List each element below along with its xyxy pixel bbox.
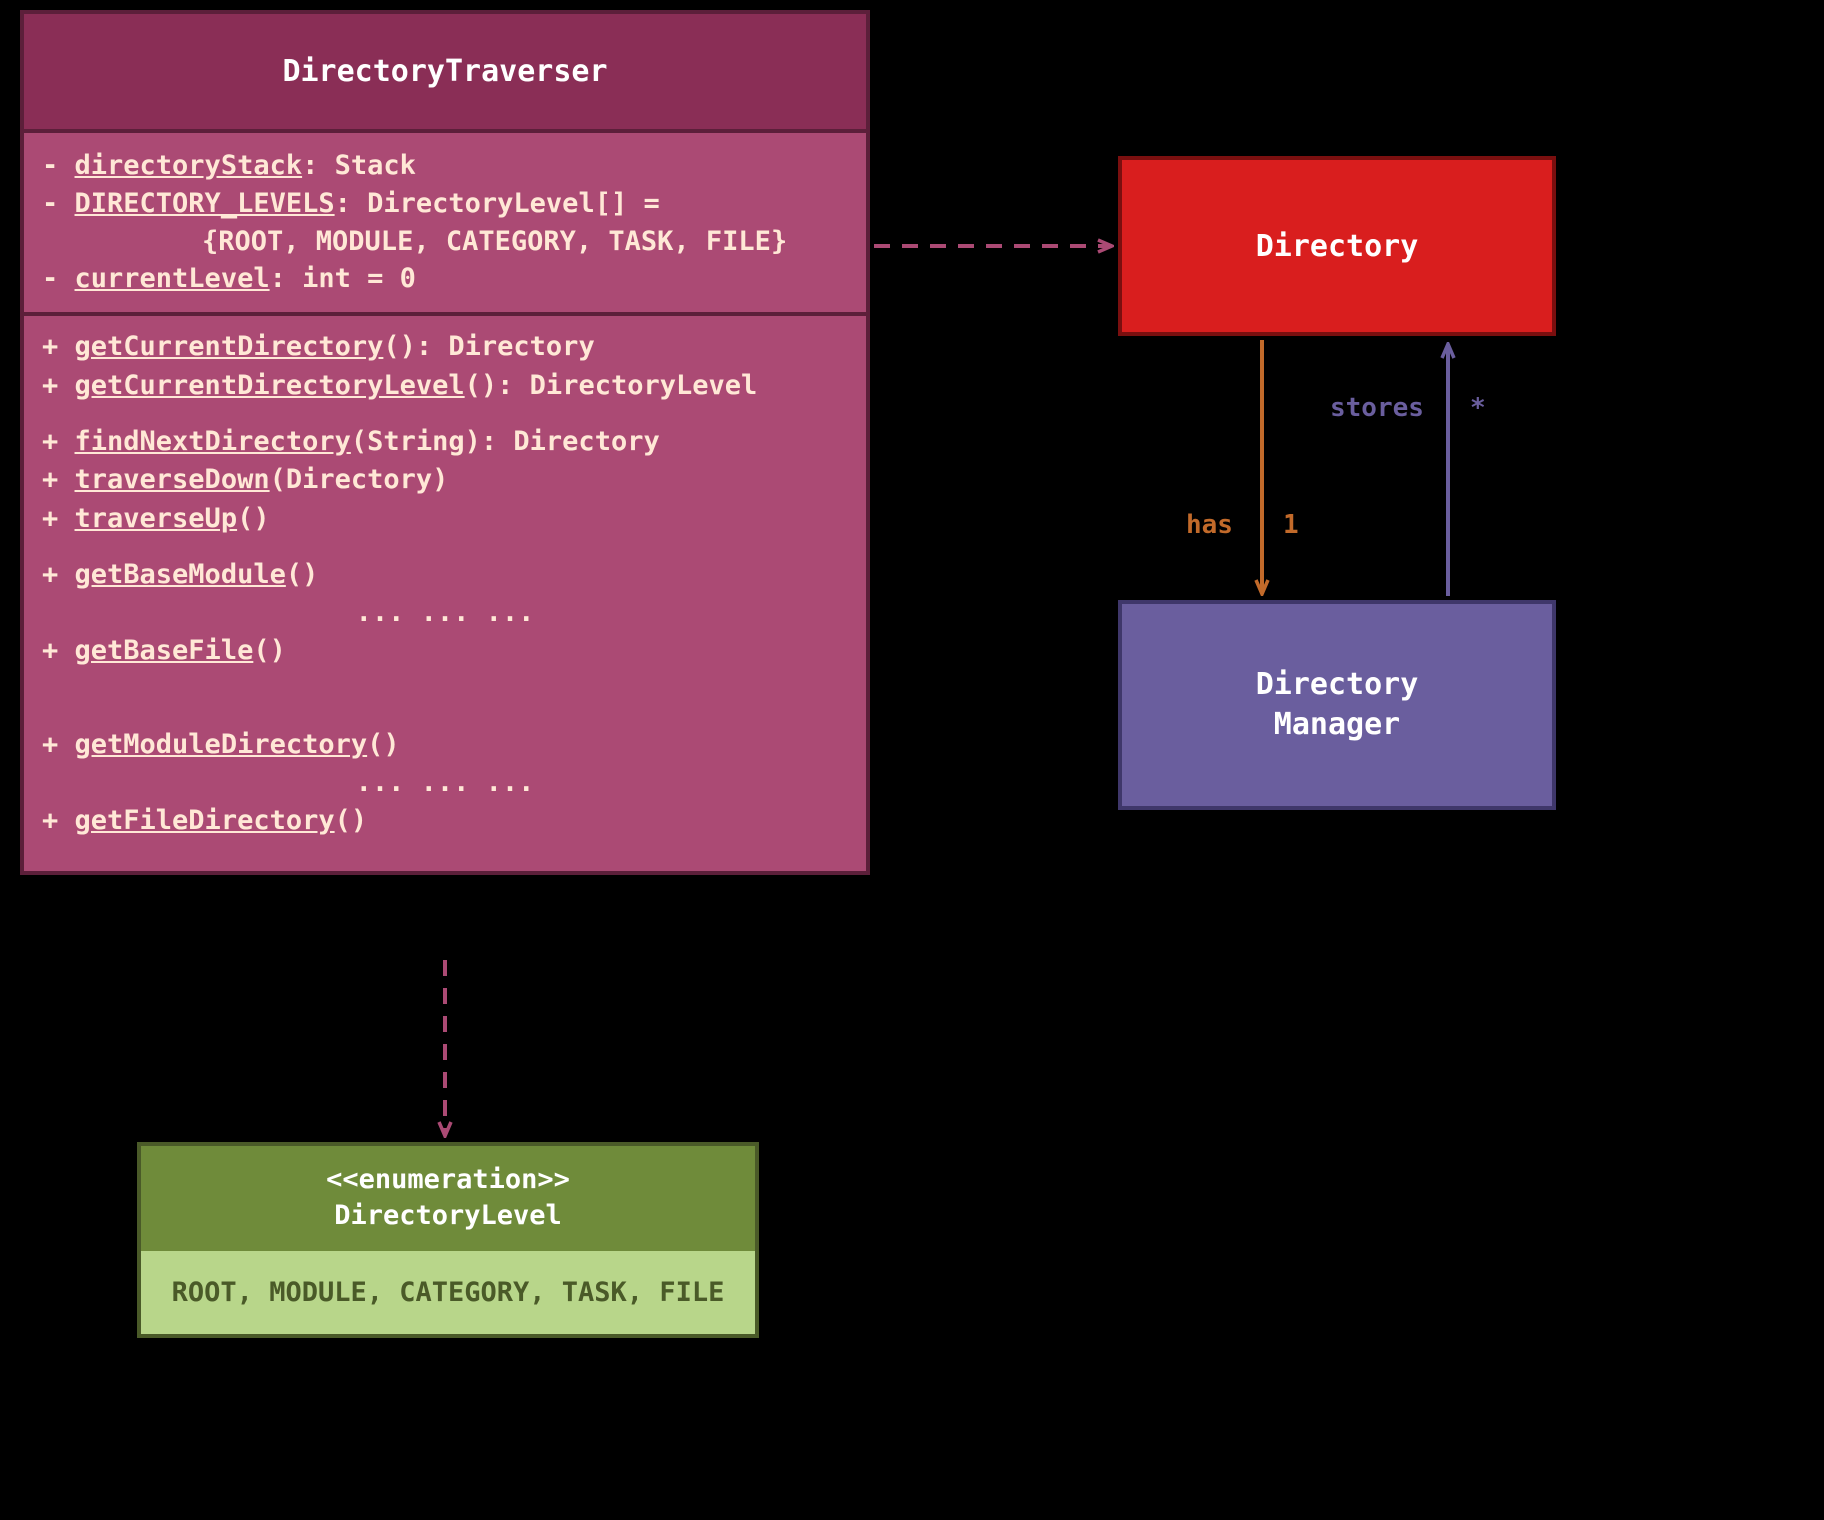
attr-row: - DIRECTORY_LEVELS: DirectoryLevel[] = (42, 185, 848, 223)
class-directory-manager: Directory Manager (1118, 600, 1556, 810)
class-title: DirectoryTraverser (24, 14, 866, 129)
class-directory-traverser: DirectoryTraverser - directoryStack: Sta… (20, 10, 870, 875)
method-row: + traverseDown(Directory) (42, 461, 848, 499)
attr-row: {ROOT, MODULE, CATEGORY, TASK, FILE} (42, 223, 848, 261)
relation-label-has: has (1186, 510, 1233, 540)
enum-values: ROOT, MODULE, CATEGORY, TASK, FILE (141, 1251, 755, 1334)
method-row: + getFileDirectory() (42, 802, 848, 840)
method-row: + getCurrentDirectoryLevel(): DirectoryL… (42, 367, 848, 405)
relation-mult-stores: * (1470, 393, 1486, 423)
class-directory: Directory (1118, 156, 1556, 336)
class-title: Directory (1256, 229, 1419, 264)
class-attributes: - directoryStack: Stack - DIRECTORY_LEVE… (24, 129, 866, 312)
method-row: + getModuleDirectory() (42, 726, 848, 764)
method-row: + getBaseModule() (42, 556, 848, 594)
method-row: + traverseUp() (42, 500, 848, 538)
class-directory-level: <<enumeration>> DirectoryLevel ROOT, MOD… (137, 1142, 759, 1338)
stereotype: <<enumeration>> (151, 1162, 745, 1198)
class-methods: + getCurrentDirectory(): Directory + get… (24, 312, 866, 871)
attr-row: - directoryStack: Stack (42, 147, 848, 185)
method-row: + getBaseFile() (42, 632, 848, 670)
class-title: DirectoryLevel (151, 1198, 745, 1234)
class-header: <<enumeration>> DirectoryLevel (141, 1146, 755, 1251)
class-title-line: Directory (1256, 665, 1419, 706)
method-row: + getCurrentDirectory(): Directory (42, 328, 848, 366)
method-row: + findNextDirectory(String): Directory (42, 423, 848, 461)
ellipsis: ... ... ... (42, 764, 848, 802)
ellipsis: ... ... ... (42, 594, 848, 632)
relation-label-stores: stores (1330, 393, 1424, 423)
attr-row: - currentLevel: int = 0 (42, 260, 848, 298)
relation-mult-has: 1 (1283, 510, 1299, 540)
class-title-line: Manager (1256, 705, 1419, 746)
